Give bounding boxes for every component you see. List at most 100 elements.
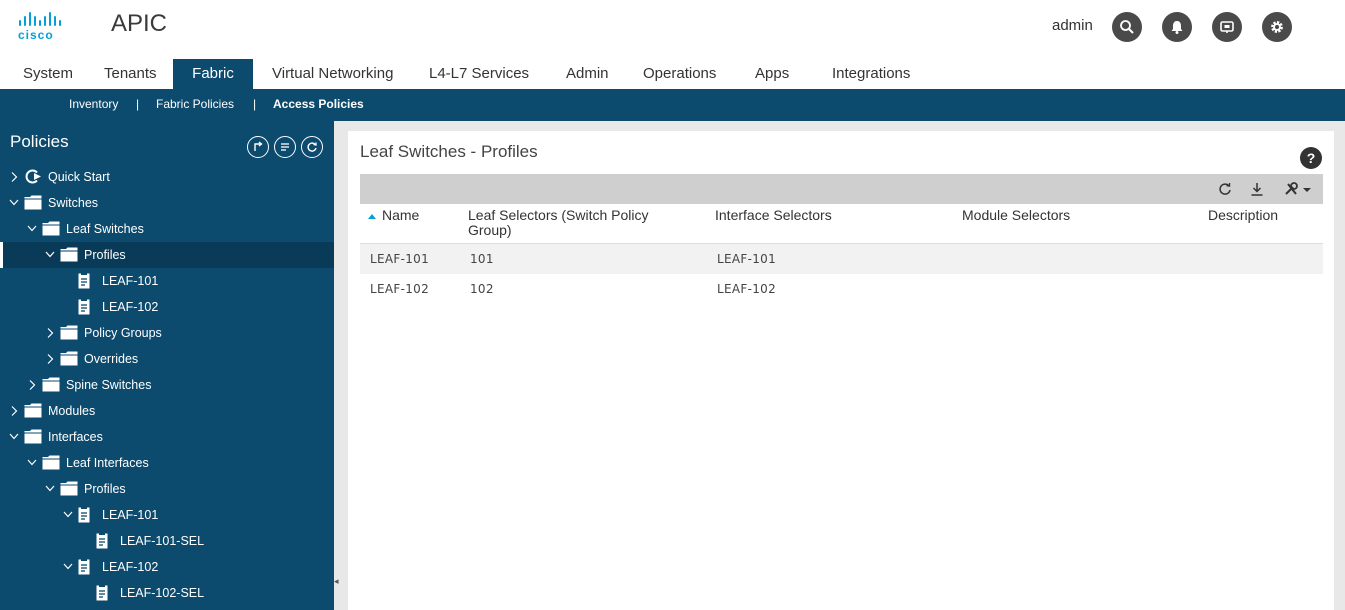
- tree-item[interactable]: Profiles: [0, 242, 334, 268]
- tree-item-label: Overrides: [84, 352, 139, 366]
- chevron-right-icon[interactable]: [45, 327, 55, 339]
- table-row[interactable]: LEAF-102 102 LEAF-102: [360, 274, 1323, 304]
- subnav-separator: |: [136, 97, 140, 111]
- tree-item[interactable]: Leaf Switches: [0, 216, 334, 242]
- tree-item[interactable]: Overrides: [0, 346, 334, 372]
- column-header-description[interactable]: Description: [1208, 208, 1278, 223]
- chevron-right-icon[interactable]: [9, 171, 19, 183]
- column-header-interface-selectors[interactable]: Interface Selectors: [715, 208, 832, 223]
- tab-operations[interactable]: Operations: [643, 59, 716, 89]
- tree-item[interactable]: Interfaces: [0, 424, 334, 450]
- tree-item-label: LEAF-101-SEL: [120, 534, 205, 548]
- chevron-down-icon[interactable]: [27, 223, 37, 235]
- chevron-right-icon[interactable]: [27, 379, 37, 391]
- table-toolbar: [360, 174, 1323, 204]
- refresh-icon[interactable]: [1217, 181, 1233, 197]
- subnav-fabric-policies[interactable]: Fabric Policies: [156, 89, 234, 119]
- policies-sidebar: Policies Quick Start Switches Leaf Switche…: [0, 121, 334, 610]
- tree-item-label: LEAF-102: [102, 560, 159, 574]
- folder-icon: [60, 325, 78, 340]
- chevron-down-icon[interactable]: [9, 431, 19, 443]
- sidebar-refresh-button[interactable]: [301, 136, 323, 158]
- tree-item-label: Leaf Switches: [66, 222, 144, 236]
- chevron-down-icon[interactable]: [45, 483, 55, 495]
- tab-system[interactable]: System: [23, 59, 73, 89]
- tree-item-label: Spine Switches: [66, 378, 152, 392]
- pane-splitter[interactable]: ◂: [334, 121, 348, 610]
- tab-tenants[interactable]: Tenants: [104, 59, 157, 89]
- refresh-icon: [307, 142, 317, 152]
- page-title: Leaf Switches - Profiles: [360, 142, 538, 161]
- username[interactable]: admin: [1052, 17, 1093, 34]
- tree-item[interactable]: Profiles: [0, 476, 334, 502]
- table-row[interactable]: LEAF-101 101 LEAF-101: [360, 244, 1323, 274]
- tree-item-label: Switches: [48, 196, 99, 210]
- tree-item[interactable]: LEAF-101-SEL: [0, 528, 334, 554]
- folder-icon: [42, 221, 60, 236]
- tree-item[interactable]: LEAF-102: [0, 554, 334, 580]
- chevron-down-icon[interactable]: [63, 561, 73, 573]
- chevron-down-icon[interactable]: [45, 249, 55, 261]
- document-icon: [78, 273, 90, 289]
- settings-button[interactable]: [1262, 12, 1292, 42]
- column-header-module-selectors[interactable]: Module Selectors: [962, 208, 1070, 223]
- column-header-leaf-selectors[interactable]: Leaf Selectors (Switch Policy Group): [468, 208, 678, 238]
- chevron-right-icon[interactable]: [45, 353, 55, 365]
- folder-icon: [24, 403, 42, 418]
- cell-interface-selectors: LEAF-102: [717, 282, 777, 296]
- folder-icon: [60, 247, 78, 262]
- subnav-inventory[interactable]: Inventory: [69, 89, 118, 119]
- chevron-down-icon[interactable]: [27, 457, 37, 469]
- collapse-handle-icon[interactable]: ◂: [334, 576, 339, 587]
- cell-leaf-selectors: 101: [470, 252, 494, 266]
- chevron-down-icon[interactable]: [63, 509, 73, 521]
- help-button[interactable]: ?: [1300, 147, 1322, 169]
- subnav-separator: |: [253, 97, 257, 111]
- tab-virtual-networking[interactable]: Virtual Networking: [272, 59, 393, 89]
- top-header: cisco APIC admin: [0, 0, 1345, 54]
- column-header-name[interactable]: Name: [382, 208, 419, 223]
- cisco-logo: cisco: [18, 10, 74, 42]
- tree-item-label: LEAF-102-SEL: [120, 586, 205, 600]
- tree-item[interactable]: LEAF-101: [0, 502, 334, 528]
- list-icon: [281, 143, 289, 151]
- folder-icon: [42, 455, 60, 470]
- feedback-button[interactable]: [1212, 12, 1242, 42]
- tree-item[interactable]: Switches: [0, 190, 334, 216]
- tree-item[interactable]: Quick Start: [0, 164, 334, 190]
- tab-admin[interactable]: Admin: [566, 59, 609, 89]
- tree-item[interactable]: Policy Groups: [0, 320, 334, 346]
- tab-l4-l7-services[interactable]: L4-L7 Services: [429, 59, 529, 89]
- tools-icon[interactable]: [1284, 181, 1312, 197]
- folder-icon: [24, 195, 42, 210]
- content-panel: Leaf Switches - Profiles ? Name Leaf Sel…: [348, 131, 1334, 610]
- tree-item[interactable]: LEAF-102-SEL: [0, 580, 334, 606]
- alerts-button[interactable]: [1162, 12, 1192, 42]
- gear-icon: [1271, 21, 1283, 33]
- document-icon: [96, 585, 108, 601]
- tab-fabric[interactable]: Fabric: [173, 59, 253, 89]
- sidebar-tool-button[interactable]: [274, 136, 296, 158]
- tree-item[interactable]: LEAF-101: [0, 268, 334, 294]
- tree-item[interactable]: LEAF-102: [0, 294, 334, 320]
- tree-item[interactable]: Leaf Interfaces: [0, 450, 334, 476]
- sidebar-tool-button[interactable]: [247, 136, 269, 158]
- tree-item[interactable]: Modules: [0, 398, 334, 424]
- tab-apps[interactable]: Apps: [755, 59, 789, 89]
- tree-item-label: LEAF-101: [102, 508, 159, 522]
- cell-interface-selectors: LEAF-101: [717, 252, 777, 266]
- subnav-access-policies[interactable]: Access Policies: [273, 89, 364, 119]
- sort-ascending-icon: [368, 214, 376, 219]
- tree-item[interactable]: Spine Switches: [0, 372, 334, 398]
- cell-leaf-selectors: 102: [470, 282, 494, 296]
- tree-item-label: Policy Groups: [84, 326, 162, 340]
- tree-item-label: Profiles: [84, 248, 126, 262]
- document-icon: [78, 507, 90, 523]
- chevron-down-icon[interactable]: [9, 197, 19, 209]
- logo-text: cisco: [18, 28, 54, 42]
- download-icon[interactable]: [1249, 181, 1265, 197]
- chevron-right-icon[interactable]: [9, 405, 19, 417]
- tab-integrations[interactable]: Integrations: [832, 59, 910, 89]
- cell-name: LEAF-101: [370, 252, 430, 266]
- search-button[interactable]: [1112, 12, 1142, 42]
